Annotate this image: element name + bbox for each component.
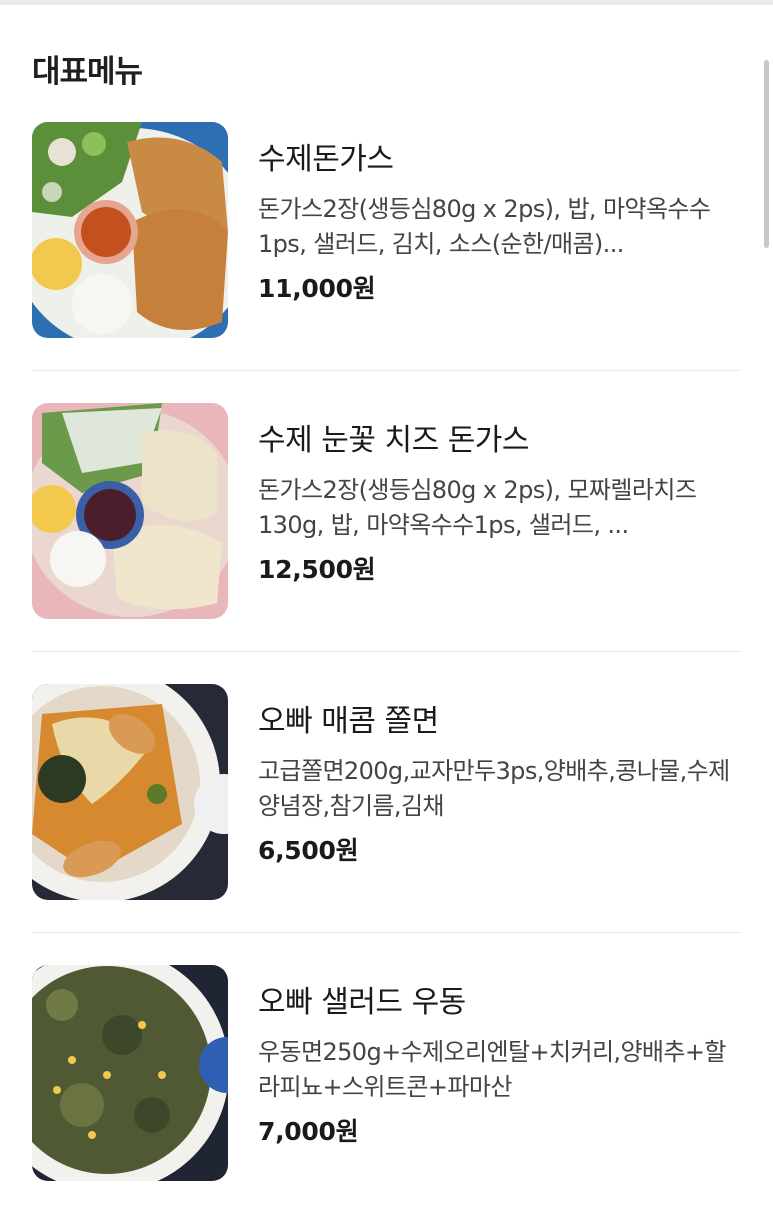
menu-item-name: 수제돈가스 <box>258 142 394 177</box>
menu-item-price: 6,500원 <box>258 836 359 865</box>
menu-item-image[interactable] <box>32 684 228 900</box>
menu-item-name: 오빠 샐러드 우동 <box>258 985 466 1020</box>
divider <box>32 651 741 652</box>
menu-item-price: 11,000원 <box>258 274 376 303</box>
menu-item-info: 수제돈가스 돈가스2장(생등심80g x 2ps), 밥, 마약옥수수1ps, … <box>258 140 742 307</box>
section-title: 대표메뉴 <box>32 54 143 90</box>
menu-item-description: 돈가스2장(생등심80g x 2ps), 모짜렐라치즈130g, 밥, 마약옥수… <box>258 476 697 539</box>
menu-item[interactable]: 오빠 샐러드 우동 우동면250g+수제오리엔탈+치커리,양배추+할라피뇨+스위… <box>32 965 741 1218</box>
menu-item[interactable]: 수제 눈꽃 치즈 돈가스 돈가스2장(생등심80g x 2ps), 모짜렐라치즈… <box>32 403 741 684</box>
menu-item-image[interactable] <box>32 403 228 619</box>
menu-item-name: 수제 눈꽃 치즈 돈가스 <box>258 423 530 458</box>
menu-item-description: 고급쫄면200g,교자만두3ps,양배추,콩나물,수제양념장,참기름,김채 <box>258 757 730 820</box>
divider <box>32 370 741 371</box>
menu-item-name: 오빠 매콤 쫄면 <box>258 704 439 739</box>
menu-list: 수제돈가스 돈가스2장(생등심80g x 2ps), 밥, 마약옥수수1ps, … <box>32 122 741 1218</box>
menu-item-info: 오빠 매콤 쫄면 고급쫄면200g,교자만두3ps,양배추,콩나물,수제양념장,… <box>258 702 742 869</box>
menu-item-info: 수제 눈꽃 치즈 돈가스 돈가스2장(생등심80g x 2ps), 모짜렐라치즈… <box>258 421 742 588</box>
menu-item-description: 돈가스2장(생등심80g x 2ps), 밥, 마약옥수수1ps, 샐러드, 김… <box>258 195 711 258</box>
menu-item[interactable]: 오빠 매콤 쫄면 고급쫄면200g,교자만두3ps,양배추,콩나물,수제양념장,… <box>32 684 741 965</box>
top-edge <box>0 0 773 5</box>
menu-item-description: 우동면250g+수제오리엔탈+치커리,양배추+할라피뇨+스위트콘+파마산 <box>258 1038 726 1101</box>
menu-item-info: 오빠 샐러드 우동 우동면250g+수제오리엔탈+치커리,양배추+할라피뇨+스위… <box>258 983 742 1150</box>
menu-item-image[interactable] <box>32 965 228 1181</box>
scrollbar[interactable] <box>764 60 769 248</box>
menu-item-price: 12,500원 <box>258 555 376 584</box>
menu-item-price: 7,000원 <box>258 1117 359 1146</box>
menu-item[interactable]: 수제돈가스 돈가스2장(생등심80g x 2ps), 밥, 마약옥수수1ps, … <box>32 122 741 403</box>
divider <box>32 932 741 933</box>
menu-item-image[interactable] <box>32 122 228 338</box>
